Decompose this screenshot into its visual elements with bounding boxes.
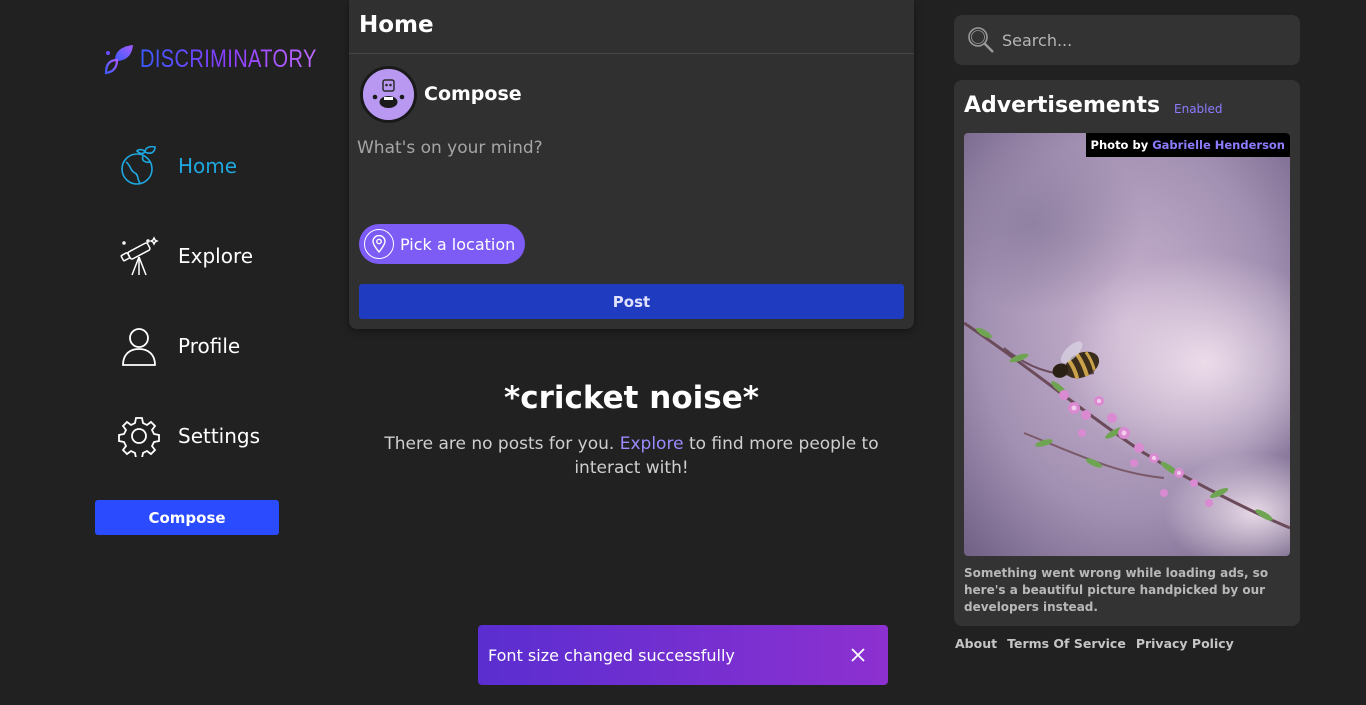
close-icon[interactable] (838, 635, 878, 675)
avatar[interactable] (360, 66, 417, 123)
leaf-logo-icon (104, 45, 133, 75)
sidebar-item-profile[interactable]: Profile (118, 325, 240, 367)
empty-state-title: *cricket noise* (504, 380, 759, 416)
bee-on-flowers-image (964, 133, 1290, 556)
advertisements-panel: Advertisements Enabled Photo by Gabriell… (954, 80, 1300, 626)
photo-author-link[interactable]: Gabrielle Henderson (1152, 138, 1285, 152)
location-pin-icon (364, 229, 394, 259)
pick-location-button[interactable]: Pick a location (359, 224, 526, 264)
globe-icon (121, 145, 156, 185)
empty-state-message: There are no posts for you. Explore to f… (349, 432, 914, 480)
sidebar-item-settings[interactable]: Settings (118, 415, 260, 457)
sidebar-item-explore[interactable]: Explore (118, 235, 253, 277)
compose-button[interactable]: Compose (95, 500, 279, 535)
ads-status-badge: Enabled (1174, 102, 1223, 116)
photo-credit: Photo by Gabrielle Henderson (1085, 133, 1290, 157)
footer-link-terms[interactable]: Terms Of Service (1007, 636, 1126, 651)
app-root: DISCRIMINATORY Home Explore Profile Sett… (0, 0, 1366, 705)
user-icon (122, 328, 156, 366)
toast-message: Font size changed successfully (488, 645, 735, 665)
toast-notification: Font size changed successfully (478, 625, 888, 685)
empty-message-before: There are no posts for you. (384, 434, 615, 454)
brand-name: DISCRIMINATORY (140, 44, 317, 73)
divider (349, 53, 914, 54)
explore-link[interactable]: Explore (620, 434, 684, 454)
ads-title: Advertisements (964, 93, 1161, 118)
search-input[interactable] (1002, 30, 1282, 50)
photo-credit-prefix: Photo by (1090, 138, 1149, 152)
footer-link-privacy[interactable]: Privacy Policy (1136, 636, 1234, 651)
sidebar-item-label: Profile (178, 334, 241, 358)
search-bar[interactable] (954, 15, 1300, 65)
brand-logo[interactable]: DISCRIMINATORY (102, 42, 361, 76)
monster-avatar-icon (363, 69, 414, 120)
post-button[interactable]: Post (359, 284, 904, 319)
ads-fallback-message: Something went wrong while loading ads, … (964, 566, 1269, 614)
page-title: Home (359, 12, 434, 38)
composer-heading: Compose (424, 83, 522, 105)
footer-links: About Terms Of Service Privacy Policy (955, 636, 1234, 651)
sidebar-item-label: Home (178, 154, 238, 178)
sidebar-item-label: Explore (178, 244, 254, 268)
pick-location-label: Pick a location (400, 234, 516, 254)
ad-photo: Photo by Gabrielle Henderson (964, 133, 1290, 556)
telescope-icon (120, 236, 159, 276)
search-icon (968, 27, 994, 53)
gear-icon (118, 417, 160, 457)
post-textarea[interactable] (357, 138, 905, 208)
composer-card: Home Compose Pick a location Post (349, 0, 914, 329)
sidebar-item-label: Settings (178, 424, 261, 448)
footer-link-about[interactable]: About (955, 636, 997, 651)
sidebar-item-home[interactable]: Home (118, 145, 237, 187)
